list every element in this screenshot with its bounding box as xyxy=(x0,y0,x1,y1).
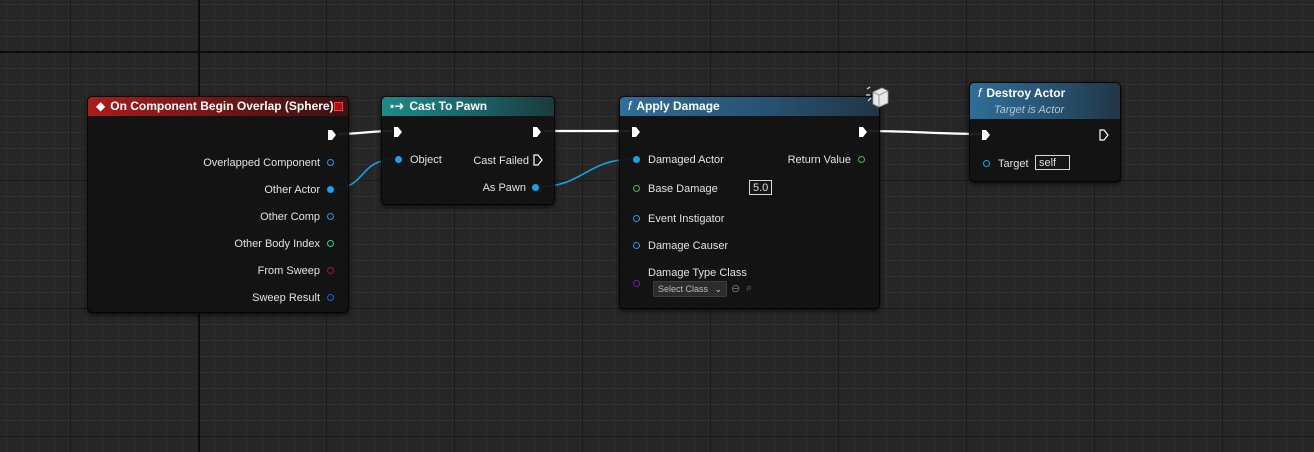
pin-row: From Sweep xyxy=(258,264,320,278)
float-pin[interactable] xyxy=(858,156,865,163)
exec-wire-damage-to-destroy xyxy=(867,129,983,136)
target-self-input[interactable]: self xyxy=(1035,155,1070,170)
object-pin[interactable] xyxy=(327,213,334,220)
pin-label: Target xyxy=(998,158,1029,170)
node-cast-to-pawn[interactable]: ▪➜ Cast To Pawn Object Cast Failed As Paw… xyxy=(381,96,555,205)
grid-axis-horizontal xyxy=(0,51,1314,53)
pin-row: Overlapped Component xyxy=(203,156,320,170)
chevron-down-icon: ⌄ xyxy=(714,284,722,294)
damage-type-class-select[interactable]: Select Class ⌄ xyxy=(653,281,727,297)
exec-out-pin[interactable] xyxy=(327,129,337,141)
pin-row: Object xyxy=(410,153,442,167)
exec-in-pin[interactable] xyxy=(631,126,641,138)
pin-row: Damage Causer xyxy=(648,239,728,253)
pin-row: Damaged Actor xyxy=(648,153,724,167)
pin-label: Damaged Actor xyxy=(648,154,724,166)
pin-label: From Sweep xyxy=(257,265,320,277)
int-pin[interactable] xyxy=(327,240,334,247)
node-begin-overlap[interactable]: ◆ On Component Begin Overlap (Sphere) Ove… xyxy=(87,96,349,313)
event-delegate-icon[interactable] xyxy=(334,102,343,111)
float-pin[interactable] xyxy=(633,185,640,192)
pin-label: Other Comp xyxy=(260,211,320,223)
node-destroy-actor[interactable]: f Destroy Actor Target is Actor Target se… xyxy=(969,82,1121,182)
node-header-apply-damage[interactable]: f Apply Damage xyxy=(620,97,879,116)
pin-label: As Pawn xyxy=(482,182,526,194)
pin-label: Object xyxy=(410,154,442,166)
node-title: Destroy Actor xyxy=(986,86,1066,100)
pin-row: Other Body Index xyxy=(234,237,320,251)
object-pin[interactable] xyxy=(395,156,402,163)
function-icon: f xyxy=(628,99,632,113)
pin-label: Base Damage xyxy=(648,183,718,195)
pin-label: Damage Type Class xyxy=(648,267,747,279)
pin-row: Cast Failed xyxy=(473,154,529,168)
select-value: Select Class xyxy=(658,284,709,294)
authority-only-icon xyxy=(866,86,889,108)
object-pin[interactable] xyxy=(633,215,640,222)
pin-label: Overlapped Component xyxy=(203,157,320,169)
pin-label: Return Value xyxy=(787,154,851,166)
class-pin[interactable] xyxy=(633,280,640,287)
node-header-cast[interactable]: ▪➜ Cast To Pawn xyxy=(382,97,554,116)
pin-label: Damage Causer xyxy=(648,240,729,252)
pin-row: Return Value xyxy=(788,153,851,167)
exec-out-pin-outline[interactable] xyxy=(533,154,543,166)
node-header-begin-overlap[interactable]: ◆ On Component Begin Overlap (Sphere) xyxy=(88,97,348,116)
event-diamond-icon: ◆ xyxy=(96,99,106,113)
base-damage-input[interactable]: 5.0 xyxy=(749,180,773,195)
node-subtitle: Target is Actor xyxy=(994,104,1065,116)
pin-row: Base Damage xyxy=(648,182,718,196)
pin-row: Sweep Result xyxy=(252,291,320,305)
pin-label: Sweep Result xyxy=(252,292,320,304)
pin-label: Cast Failed xyxy=(473,155,529,167)
pin-row: Other Comp xyxy=(260,210,320,224)
function-icon: f xyxy=(978,86,982,100)
object-pin[interactable] xyxy=(633,156,640,163)
object-pin[interactable] xyxy=(327,159,334,166)
node-header-destroy-actor[interactable]: f Destroy Actor Target is Actor xyxy=(970,83,1120,119)
exec-out-pin[interactable] xyxy=(532,126,542,138)
pin-row: Other Actor xyxy=(264,183,320,197)
pin-row: Event Instigator xyxy=(648,212,724,226)
struct-pin[interactable] xyxy=(327,294,334,301)
pin-label: Event Instigator xyxy=(648,213,725,225)
exec-out-pin-outline[interactable] xyxy=(1099,129,1109,141)
object-pin[interactable] xyxy=(532,184,539,191)
browse-search-icon[interactable]: ⌕ xyxy=(746,282,752,295)
cast-arrow-icon: ▪➜ xyxy=(390,99,405,113)
pin-row: Target xyxy=(998,157,1029,171)
exec-out-pin[interactable] xyxy=(858,126,868,138)
exec-in-pin[interactable] xyxy=(393,126,403,138)
pin-row: Damage Type Class xyxy=(648,266,747,280)
node-title: Cast To Pawn xyxy=(409,99,488,113)
pin-label: Other Actor xyxy=(264,184,320,196)
pin-row: As Pawn xyxy=(483,181,526,195)
bool-pin[interactable] xyxy=(327,267,334,274)
node-apply-damage[interactable]: f Apply Damage Damaged Actor Return Value… xyxy=(619,96,880,309)
object-pin[interactable] xyxy=(633,242,640,249)
use-selected-arrow-icon[interactable]: ⊖ xyxy=(731,282,740,295)
node-title: On Component Begin Overlap (Sphere) xyxy=(110,99,334,113)
object-pin[interactable] xyxy=(983,160,990,167)
object-pin[interactable] xyxy=(327,186,334,193)
exec-in-pin[interactable] xyxy=(981,129,991,141)
node-title: Apply Damage xyxy=(636,99,720,113)
pin-label: Other Body Index xyxy=(234,238,320,250)
